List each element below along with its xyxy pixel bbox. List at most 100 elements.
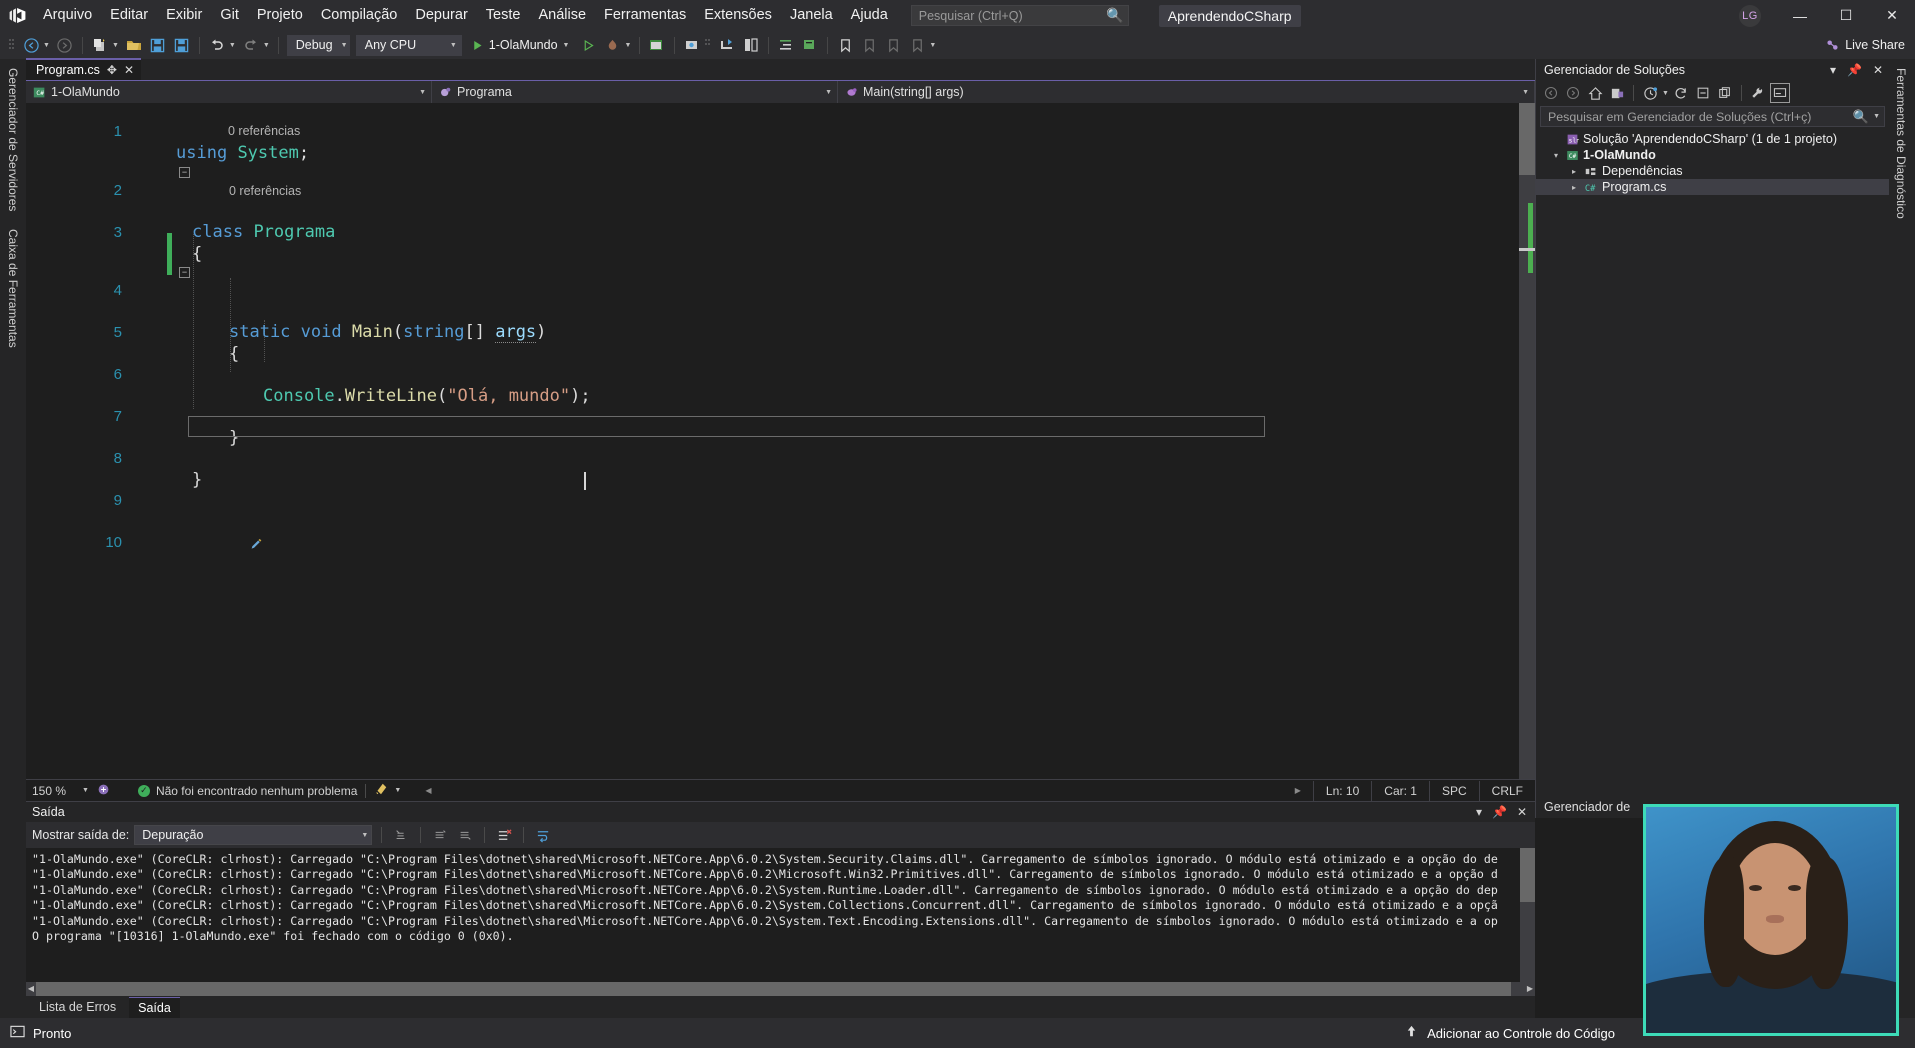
output-horizontal-scrollbar[interactable]: ◀ ▶	[26, 982, 1535, 996]
pin-icon[interactable]: 📌	[1492, 805, 1507, 819]
open-folder-icon[interactable]	[123, 34, 145, 56]
hot-reload-icon[interactable]	[601, 34, 623, 56]
output-vertical-scrollbar[interactable]	[1520, 848, 1535, 991]
chevron-down-icon[interactable]: ▼	[563, 42, 570, 49]
maximize-button[interactable]: ☐	[1823, 0, 1869, 31]
user-avatar[interactable]: LG	[1739, 4, 1761, 27]
scroll-right-icon[interactable]: ▶	[1295, 786, 1301, 795]
live-share-button[interactable]: Live Share	[1825, 38, 1915, 53]
hot-reload-dropdown-icon[interactable]: ▼	[624, 42, 631, 49]
menu-ferramentas[interactable]: Ferramentas	[595, 3, 695, 29]
editor-tab-program-cs[interactable]: Program.cs ✥ ✕	[26, 58, 142, 80]
toolbar-grip[interactable]	[8, 37, 16, 53]
menu-exibir[interactable]: Exibir	[157, 3, 211, 29]
undo-dropdown-icon[interactable]: ▼	[229, 42, 236, 49]
scroll-left-icon[interactable]: ◀	[26, 982, 36, 996]
code-cleanup-dropdown-icon[interactable]: ▼	[394, 787, 401, 794]
pin-icon[interactable]: 📌	[1847, 63, 1862, 77]
forward-icon[interactable]	[1563, 83, 1583, 103]
sidebar-tab-toolbox[interactable]: Caixa de Ferramentas	[6, 220, 20, 357]
menu-teste[interactable]: Teste	[477, 3, 530, 29]
show-all-files-icon[interactable]	[1715, 83, 1735, 103]
step-into-icon[interactable]	[740, 34, 762, 56]
menu-arquivo[interactable]: Arquivo	[34, 3, 101, 29]
close-icon[interactable]: ✕	[1517, 805, 1527, 819]
step-over-icon[interactable]	[681, 34, 703, 56]
chevron-down-icon[interactable]: ▾	[1476, 805, 1482, 819]
menu-projeto[interactable]: Projeto	[248, 3, 312, 29]
back-icon[interactable]	[1541, 83, 1561, 103]
chevron-down-icon[interactable]: ▼	[1873, 113, 1880, 120]
code-cleanup-icon[interactable]	[374, 782, 388, 799]
search-icon[interactable]: 🔍	[1853, 109, 1869, 125]
edit-pencil-icon[interactable]	[148, 516, 263, 576]
output-source-combo[interactable]: Depuração ▼	[134, 825, 373, 845]
tree-twisty[interactable]: ▸	[1568, 167, 1580, 176]
close-tab-icon[interactable]: ✕	[124, 63, 134, 77]
show-threads-icon[interactable]	[716, 34, 738, 56]
output-text-area[interactable]: "1-OlaMundo.exe" (CoreCLR: clrhost): Car…	[26, 848, 1535, 991]
scrollbar-thumb[interactable]	[1519, 103, 1535, 175]
back-dropdown-icon[interactable]: ▼	[43, 42, 50, 49]
redo-dropdown-icon[interactable]: ▼	[263, 42, 270, 49]
navbar-member-combo[interactable]: Main(string[] args) ▼	[838, 81, 1535, 103]
tree-node-solution[interactable]: sln Solução 'AprendendoCSharp' (1 de 1 p…	[1536, 131, 1889, 147]
properties-icon[interactable]	[1748, 83, 1768, 103]
code-editor-surface[interactable]: 1 using System; 0 referências 2 − class …	[26, 103, 1535, 779]
close-icon[interactable]: ✕	[1873, 63, 1883, 77]
menu-ajuda[interactable]: Ajuda	[842, 3, 897, 29]
output-hscroll-thumb[interactable]	[36, 982, 1511, 996]
menu-janela[interactable]: Janela	[781, 3, 842, 29]
refresh-icon[interactable]	[1671, 83, 1691, 103]
tree-node-dependencies[interactable]: ▸ Dependências	[1536, 163, 1889, 179]
tree-node-project[interactable]: ▾ C# 1-OlaMundo	[1536, 147, 1889, 163]
indentation-indicator[interactable]: SPC	[1428, 780, 1479, 801]
collapse-all-icon[interactable]	[1693, 83, 1713, 103]
code-lens-label[interactable]: 0 referências	[228, 124, 300, 138]
home-icon[interactable]	[1585, 83, 1605, 103]
undo-icon[interactable]	[206, 34, 228, 56]
preview-selected-items-icon[interactable]	[1769, 83, 1790, 103]
menu-extensoes[interactable]: Extensões	[695, 3, 781, 29]
intellicode-icon[interactable]	[97, 783, 110, 799]
zoom-level[interactable]: 150 %	[26, 784, 82, 798]
navbar-type-combo[interactable]: Programa ▼	[432, 81, 838, 103]
navigate-forward-icon[interactable]	[54, 34, 76, 56]
sync-with-active-document-icon[interactable]	[1607, 83, 1627, 103]
start-debug-button[interactable]: 1-OlaMundo ▼	[465, 38, 577, 52]
save-all-icon[interactable]	[171, 34, 193, 56]
toolbar-grip[interactable]	[704, 37, 712, 53]
clear-all-icon[interactable]	[494, 825, 514, 845]
menu-compilacao[interactable]: Compilação	[312, 3, 407, 29]
solution-explorer-search-input[interactable]: Pesquisar em Gerenciador de Soluções (Ct…	[1540, 106, 1885, 127]
search-icon[interactable]: 🔍	[1106, 7, 1123, 24]
navbar-project-combo[interactable]: C# 1-OlaMundo ▼	[26, 81, 432, 103]
toggle-bookmark-icon[interactable]	[834, 34, 856, 56]
save-icon[interactable]	[147, 34, 169, 56]
start-without-debugging-icon[interactable]	[577, 34, 599, 56]
new-project-icon[interactable]	[89, 34, 111, 56]
solution-configuration-combo[interactable]: Debug ▼	[286, 34, 350, 56]
navigate-back-icon[interactable]	[20, 34, 42, 56]
code-lens-class[interactable]: 0 referências	[26, 124, 1519, 142]
close-button[interactable]: ✕	[1869, 0, 1915, 31]
comment-icon[interactable]	[799, 34, 821, 56]
pending-changes-filter-icon[interactable]	[1640, 83, 1660, 103]
code-lens-label[interactable]: 0 referências	[229, 184, 301, 198]
tree-twisty[interactable]: ▸	[1568, 183, 1580, 192]
indent-icon[interactable]	[775, 34, 797, 56]
next-bookmark-icon[interactable]	[882, 34, 904, 56]
tree-node-program-cs[interactable]: ▸ C# Program.cs	[1536, 179, 1889, 195]
tree-twisty-expanded[interactable]: ▾	[1550, 151, 1562, 160]
previous-bookmark-icon[interactable]	[858, 34, 880, 56]
menu-analise[interactable]: Análise	[529, 3, 595, 29]
zoom-dropdown-icon[interactable]: ▼	[82, 787, 89, 794]
collapse-method-icon[interactable]: −	[179, 267, 190, 278]
source-control-label[interactable]: Adicionar ao Controle do Código	[1427, 1026, 1615, 1041]
menu-git[interactable]: Git	[211, 3, 248, 29]
find-message-icon[interactable]	[391, 825, 411, 845]
redo-icon[interactable]	[240, 34, 262, 56]
chevron-down-icon[interactable]: ▼	[1662, 90, 1669, 97]
editor-vertical-scrollbar[interactable]	[1519, 103, 1535, 779]
clear-bookmarks-icon[interactable]	[906, 34, 928, 56]
